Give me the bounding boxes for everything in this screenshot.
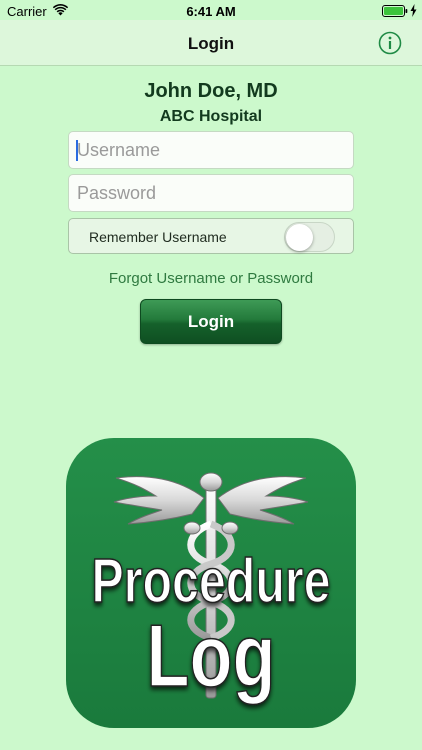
- info-icon[interactable]: [378, 31, 402, 55]
- password-input[interactable]: [68, 174, 354, 212]
- logo-text-log: Log: [147, 606, 276, 704]
- login-button[interactable]: Login: [140, 299, 282, 344]
- logo-text-procedure: Procedure: [91, 546, 330, 615]
- hospital-name: ABC Hospital: [159, 108, 263, 125]
- charging-bolt-icon: [410, 4, 417, 17]
- battery-icon: [382, 5, 408, 17]
- nav-bar: Login: [0, 20, 422, 66]
- nav-title: Login: [187, 34, 235, 53]
- toggle-knob: [286, 224, 313, 251]
- text-cursor: [76, 140, 78, 161]
- remember-username-label: Remember Username: [89, 229, 227, 245]
- remember-username-toggle[interactable]: [284, 222, 335, 252]
- doctor-name: John Doe, MD: [144, 80, 278, 102]
- forgot-credentials-link[interactable]: Forgot Username or Password: [0, 270, 422, 287]
- username-input[interactable]: [68, 131, 354, 169]
- status-time: 6:41 AM: [186, 4, 236, 19]
- remember-username-row: Remember Username: [68, 218, 354, 254]
- procedure-log-logo: Procedure Log: [66, 438, 356, 728]
